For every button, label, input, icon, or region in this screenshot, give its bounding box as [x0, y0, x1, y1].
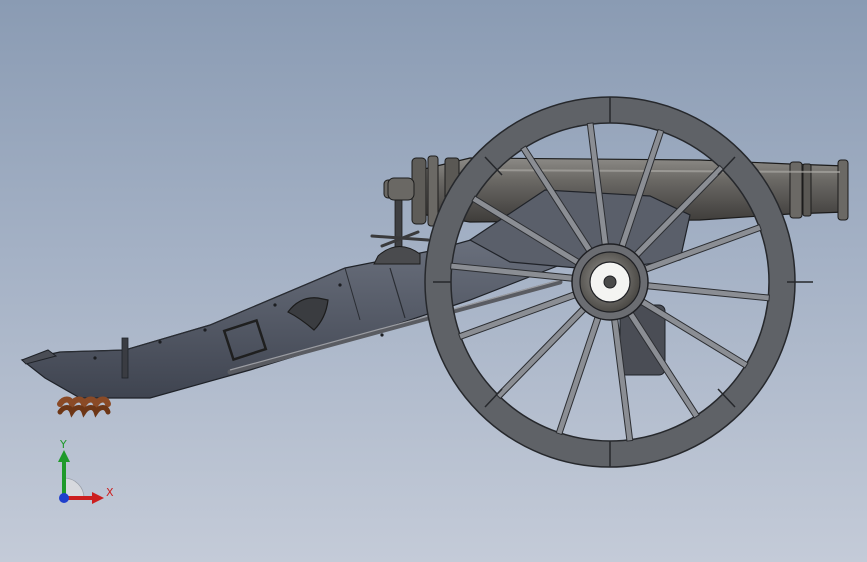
- cannon-model[interactable]: [0, 0, 867, 562]
- z-axis-dot: [59, 493, 69, 503]
- x-axis-arrow: [92, 492, 104, 504]
- wheel-spoke: [642, 281, 771, 302]
- y-axis-arrow: [58, 450, 70, 462]
- coordinate-triad[interactable]: Y X: [40, 438, 120, 510]
- graphics-viewport[interactable]: Y X: [0, 0, 867, 562]
- x-axis-label: X: [106, 486, 114, 499]
- y-axis-label: Y: [59, 438, 67, 451]
- trail-spring: [57, 396, 111, 418]
